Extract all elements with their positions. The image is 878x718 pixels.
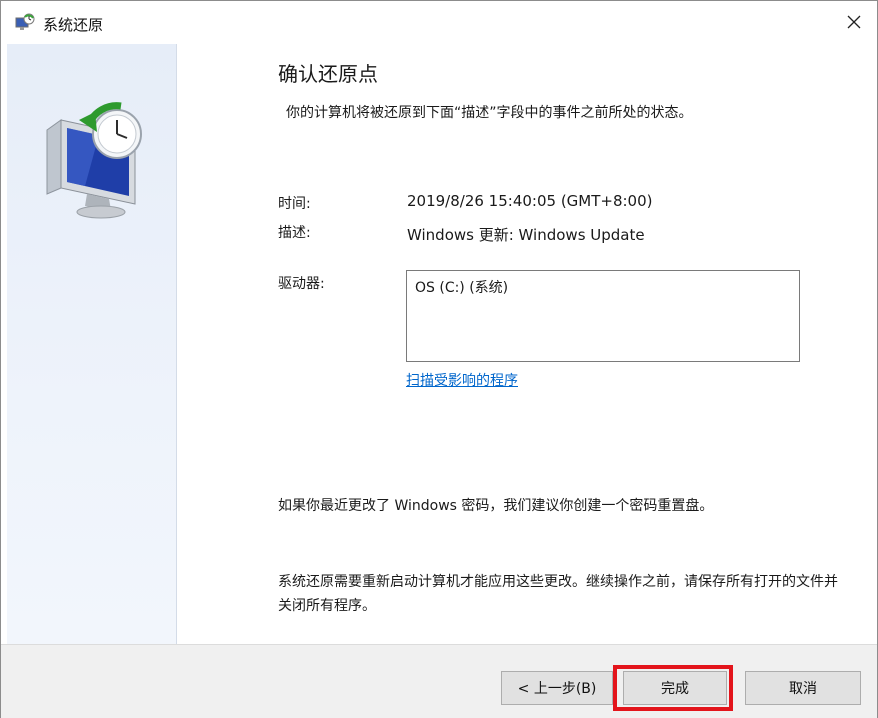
time-value: 2019/8/26 15:40:05 (GMT+8:00) <box>407 192 653 210</box>
page-heading: 确认还原点 <box>278 62 378 86</box>
intro-text: 你的计算机将被还原到下面“描述”字段中的事件之前所处的状态。 <box>286 105 693 121</box>
cancel-button[interactable]: 取消 <box>745 671 861 705</box>
time-label: 时间: <box>278 196 311 212</box>
computer-restore-icon <box>46 102 142 219</box>
drive-list[interactable]: OS (C:) (系统) <box>406 270 800 362</box>
main-content: 确认还原点 你的计算机将被还原到下面“描述”字段中的事件之前所处的状态。 时间:… <box>177 44 877 644</box>
close-icon <box>847 15 861 29</box>
window-title: 系统还原 <box>43 16 104 34</box>
side-panel <box>7 44 177 644</box>
drive-label: 驱动器: <box>278 276 325 292</box>
system-restore-icon <box>15 13 35 30</box>
restart-note: 系统还原需要重新启动计算机才能应用这些更改。继续操作之前，请保存所有打开的文件并… <box>278 574 838 614</box>
password-note: 如果你最近更改了 Windows 密码，我们建议你创建一个密码重置盘。 <box>278 498 714 514</box>
title-bar: 系统还原 <box>1 1 877 43</box>
back-button[interactable]: < 上一步(B) <box>501 671 613 705</box>
drive-item[interactable]: OS (C:) (系统) <box>415 277 791 297</box>
system-restore-window: 系统还原 确认还原点 你的计算机将被还原到下面“描述”字段中的事件之前所处的状态… <box>0 0 878 718</box>
close-button[interactable] <box>831 1 877 43</box>
description-value: Windows 更新: Windows Update <box>407 226 645 244</box>
finish-highlight-box <box>613 665 733 711</box>
scan-affected-programs-link[interactable]: 扫描受影响的程序 <box>406 370 518 390</box>
button-bar: < 上一步(B) 完成 取消 <box>1 644 877 718</box>
description-label: 描述: <box>278 225 311 241</box>
